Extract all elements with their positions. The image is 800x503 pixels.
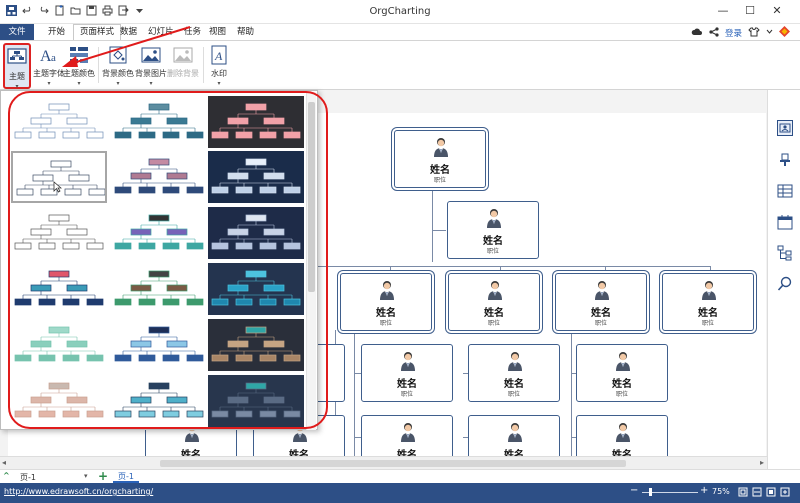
fit-page-icon[interactable] [738, 487, 748, 499]
node-name: 姓名 [397, 450, 417, 456]
theme-option[interactable] [111, 96, 207, 148]
node-name: 姓名 [484, 308, 504, 319]
app-window: OrgCharting — ☐ ✕ 文件 开始 页面样式 数据 幻灯片 任务 视… [0, 0, 800, 503]
theme-option[interactable] [11, 319, 107, 371]
horizontal-scrollbar[interactable]: ◂ ▸ [0, 456, 767, 469]
theme-option[interactable] [111, 319, 207, 371]
zoom-out-button[interactable]: − [630, 485, 638, 496]
theme-option[interactable] [11, 96, 107, 148]
node-name: 姓名 [591, 308, 611, 319]
person-avatar-icon [615, 351, 631, 371]
zoom-in-button[interactable]: + [700, 485, 708, 496]
search-icon[interactable] [777, 276, 793, 292]
node-position: 职位 [433, 177, 446, 184]
org-chart-node[interactable]: 姓名职位 [468, 415, 560, 456]
theme-option[interactable] [208, 263, 304, 315]
theme-option[interactable] [208, 375, 304, 427]
org-chart-node[interactable]: 姓名职位 [340, 273, 432, 331]
person-avatar-icon [400, 351, 416, 371]
fit-width-icon[interactable] [752, 487, 762, 499]
list-panel-icon[interactable] [777, 183, 793, 199]
node-position: 职位 [400, 391, 413, 398]
page-menu-icon[interactable]: ^ [3, 471, 10, 480]
page-dropdown[interactable]: 页-1 [20, 472, 36, 483]
theme-option[interactable] [11, 207, 107, 259]
theme-option[interactable] [111, 207, 207, 259]
node-name: 姓名 [612, 450, 632, 456]
status-bar: http://www.edrawsoft.cn/orgcharting/ − +… [0, 483, 800, 503]
chevron-down-icon[interactable]: ▾ [84, 472, 88, 480]
calendar-icon[interactable] [777, 214, 793, 230]
node-position: 职位 [507, 391, 520, 398]
theme-option[interactable] [11, 375, 107, 427]
node-name: 姓名 [504, 450, 524, 456]
org-chart-node[interactable]: 姓名职位 [555, 273, 647, 331]
gallery-scrollbar[interactable] [306, 92, 316, 430]
org-chart-node[interactable]: 姓名职位 [361, 344, 453, 402]
theme-option[interactable] [208, 96, 304, 148]
zoom-slider-thumb[interactable] [649, 488, 652, 496]
person-avatar-icon [594, 280, 610, 300]
theme-option[interactable] [11, 263, 107, 315]
theme-option[interactable] [208, 319, 304, 371]
org-chart-node[interactable]: 姓名职位 [448, 273, 540, 331]
org-chart-node[interactable]: 姓名职位 [468, 344, 560, 402]
theme-option[interactable] [111, 151, 207, 203]
add-page-button[interactable]: + [98, 469, 108, 483]
annotation-arrow [62, 26, 191, 67]
connector-line [432, 230, 446, 231]
person-avatar-icon [615, 422, 631, 442]
scrollbar-thumb[interactable] [160, 460, 626, 467]
right-side-panel [767, 90, 800, 469]
scroll-right-icon[interactable]: ▸ [760, 458, 764, 467]
connector-line [432, 187, 433, 262]
node-position: 职位 [594, 320, 607, 327]
node-name: 姓名 [181, 450, 201, 456]
gallery-scrollbar-thumb[interactable] [308, 102, 315, 292]
scroll-left-icon[interactable]: ◂ [2, 458, 6, 467]
node-position: 职位 [615, 391, 628, 398]
node-name: 姓名 [430, 165, 450, 176]
theme-option[interactable] [208, 151, 304, 203]
person-avatar-icon [379, 280, 395, 300]
node-name: 姓名 [483, 236, 503, 247]
node-name: 姓名 [612, 379, 632, 390]
paint-brush-icon[interactable] [777, 152, 793, 168]
org-chart-node[interactable]: 姓名职位 [576, 415, 668, 456]
org-chart-node[interactable]: 姓名职位 [361, 415, 453, 456]
org-chart-node[interactable]: 姓名职位 [447, 201, 539, 259]
node-position: 职位 [487, 320, 500, 327]
org-chart-node[interactable]: 姓名职位 [662, 273, 754, 331]
person-avatar-icon [486, 208, 502, 228]
node-name: 姓名 [698, 308, 718, 319]
theme-option[interactable] [111, 375, 207, 427]
org-chart-node[interactable]: 姓名职位 [576, 344, 668, 402]
person-avatar-icon [507, 351, 523, 371]
hierarchy-icon[interactable] [777, 245, 793, 261]
properties-panel-icon[interactable] [777, 120, 793, 136]
mouse-cursor-icon [53, 181, 63, 196]
person-avatar-icon [507, 422, 523, 442]
node-name: 姓名 [289, 450, 309, 456]
person-avatar-icon [701, 280, 717, 300]
theme-option[interactable] [111, 263, 207, 315]
node-name: 姓名 [376, 308, 396, 319]
zoom-level: 75% [712, 487, 730, 496]
tab-page-1[interactable]: 页-1 [113, 470, 139, 483]
node-name: 姓名 [397, 379, 417, 390]
settings-icon[interactable] [780, 487, 790, 499]
theme-option[interactable] [208, 207, 304, 259]
node-position: 职位 [379, 320, 392, 327]
node-name: 姓名 [504, 379, 524, 390]
person-avatar-icon [433, 137, 449, 157]
person-avatar-icon [400, 422, 416, 442]
node-position: 职位 [486, 248, 499, 255]
website-link[interactable]: http://www.edrawsoft.cn/orgcharting/ [4, 487, 153, 496]
node-position: 职位 [701, 320, 714, 327]
page-tab-bar: ^ 页-1 ▾ + 页-1 [0, 469, 800, 483]
fullscreen-icon[interactable] [766, 487, 776, 499]
theme-gallery-dropdown [0, 90, 318, 430]
person-avatar-icon [487, 280, 503, 300]
org-chart-node[interactable]: 姓名职位 [394, 130, 486, 188]
